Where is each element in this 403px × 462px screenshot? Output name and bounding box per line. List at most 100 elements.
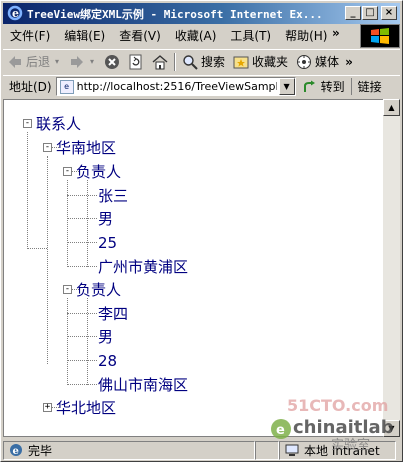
- tree-leaf-name[interactable]: 张三: [98, 187, 128, 205]
- root-collapse-icon[interactable]: -: [23, 119, 32, 128]
- back-button[interactable]: 后退 ▾: [3, 51, 65, 73]
- tree-node-person[interactable]: 负责人: [76, 163, 121, 181]
- tree-leaf-gender[interactable]: 男: [98, 210, 113, 228]
- tree-line: [67, 360, 97, 361]
- home-button[interactable]: [148, 51, 172, 73]
- svg-text:e: e: [13, 446, 19, 457]
- back-arrow-icon: [7, 54, 23, 70]
- menu-view[interactable]: 查看(V): [112, 27, 168, 44]
- tree-line: [67, 298, 68, 385]
- tree-leaf-gender[interactable]: 男: [98, 328, 113, 346]
- tree-node-region[interactable]: 华北地区: [56, 399, 116, 417]
- address-dropdown-icon[interactable]: ▼: [278, 78, 295, 95]
- window-title: TreeView绑定XML示例 - Microsoft Internet Ex.…: [27, 8, 323, 21]
- tree-node-region[interactable]: 华南地区: [56, 139, 116, 157]
- vertical-scrollbar[interactable]: ▲ ▼: [383, 99, 400, 437]
- standard-toolbar: 后退 ▾ ▾ 搜索 收藏夹 媒体 »: [3, 49, 400, 73]
- maximize-button[interactable]: □: [362, 6, 378, 20]
- status-bar: e 完毕 本地 Intranet: [3, 439, 400, 461]
- tree-line: [67, 266, 97, 267]
- zone-panel: 本地 Intranet: [279, 440, 396, 460]
- media-button[interactable]: 媒体: [292, 51, 343, 73]
- region-expand-icon[interactable]: +: [43, 403, 52, 412]
- address-bar: 地址(D) e ▼ 转到 链接: [3, 75, 400, 97]
- tree-line: [67, 384, 97, 385]
- search-icon: [182, 54, 198, 70]
- menu-bar: 文件(F) 编辑(E) 查看(V) 收藏(A) 工具(T) 帮助(H): [3, 25, 359, 46]
- zone-text: 本地 Intranet: [304, 443, 380, 458]
- region-collapse-icon[interactable]: -: [43, 143, 52, 152]
- tree-node-person[interactable]: 负责人: [76, 281, 121, 299]
- minimize-button[interactable]: _: [345, 6, 361, 20]
- refresh-button[interactable]: [124, 51, 148, 73]
- status-text: 完毕: [28, 443, 53, 458]
- go-label: 转到: [320, 80, 345, 94]
- tree-line: [67, 336, 97, 337]
- tree-leaf-age[interactable]: 25: [98, 234, 117, 252]
- scroll-down-icon[interactable]: ▼: [383, 420, 400, 437]
- menu-chevron-icon[interactable]: »: [332, 26, 340, 40]
- tree-line: [67, 218, 97, 219]
- minimize-icon: _: [350, 7, 356, 18]
- tree-line: [67, 195, 97, 196]
- menu-tools[interactable]: 工具(T): [223, 27, 278, 44]
- forward-dropdown-icon[interactable]: ▾: [88, 54, 96, 70]
- tree-line: [67, 180, 68, 267]
- back-dropdown-icon[interactable]: ▾: [53, 54, 61, 70]
- page-icon: e: [59, 79, 74, 94]
- menu-favorites[interactable]: 收藏(A): [168, 27, 224, 44]
- browser-window: e TreeView绑定XML示例 - Microsoft Internet E…: [0, 0, 403, 462]
- address-input[interactable]: [76, 80, 277, 93]
- tree-line: [27, 248, 47, 249]
- ie-logo-icon: e: [7, 5, 23, 21]
- tree-line: [87, 298, 88, 385]
- media-label: 媒体: [315, 55, 340, 69]
- page-done-icon: e: [8, 442, 24, 458]
- status-panel: e 完毕: [3, 440, 255, 460]
- close-button[interactable]: ×: [381, 6, 397, 20]
- go-arrow-icon: [302, 79, 318, 95]
- tree-line: [27, 132, 28, 249]
- stop-icon: [104, 54, 120, 70]
- tree-line: [87, 180, 88, 267]
- tree-leaf-name[interactable]: 李四: [98, 305, 128, 323]
- back-label: 后退: [26, 55, 51, 69]
- tree-leaf-address[interactable]: 广州市黄浦区: [98, 258, 188, 276]
- go-button[interactable]: 转到: [296, 78, 351, 95]
- tree-line: [47, 156, 48, 364]
- svg-text:e: e: [12, 7, 19, 20]
- menu-file[interactable]: 文件(F): [3, 27, 57, 44]
- refresh-icon: [128, 54, 144, 70]
- tree-leaf-age[interactable]: 28: [98, 352, 117, 370]
- stop-button[interactable]: [100, 51, 124, 73]
- intranet-icon: [284, 442, 300, 458]
- page-content: - 联系人 - 华南地区 - 负责人 张三 男 25 广州市黄浦区 - 负责人 …: [3, 99, 383, 437]
- windows-flag-icon: [371, 28, 389, 44]
- home-icon: [152, 54, 168, 70]
- favorites-button[interactable]: 收藏夹: [229, 51, 292, 73]
- menu-edit[interactable]: 编辑(E): [57, 27, 112, 44]
- person-collapse-icon[interactable]: -: [63, 167, 72, 176]
- tree-line: [67, 313, 97, 314]
- media-icon: [296, 54, 312, 70]
- scroll-up-icon[interactable]: ▲: [383, 99, 400, 116]
- forward-arrow-icon: [69, 54, 85, 70]
- links-button[interactable]: 链接: [350, 78, 382, 95]
- address-box[interactable]: e ▼: [55, 77, 296, 96]
- address-label: 地址(D): [9, 80, 52, 94]
- favorites-icon: [233, 54, 249, 70]
- windows-logo-icon: [360, 24, 400, 48]
- person-collapse-icon[interactable]: -: [63, 285, 72, 294]
- forward-button[interactable]: ▾: [65, 51, 100, 73]
- toolbar-separator: [174, 52, 177, 71]
- tree-node-root[interactable]: 联系人: [36, 115, 81, 133]
- close-icon: ×: [384, 7, 394, 18]
- menu-help[interactable]: 帮助(H): [278, 27, 334, 44]
- maximize-icon: □: [365, 7, 375, 18]
- tree-leaf-address[interactable]: 佛山市南海区: [98, 376, 188, 394]
- tree-line: [67, 242, 97, 243]
- title-bar[interactable]: e TreeView绑定XML示例 - Microsoft Internet E…: [3, 3, 400, 24]
- toolbar-chevron-icon[interactable]: »: [343, 51, 355, 73]
- search-button[interactable]: 搜索: [178, 51, 229, 73]
- favorites-label: 收藏夹: [252, 55, 289, 69]
